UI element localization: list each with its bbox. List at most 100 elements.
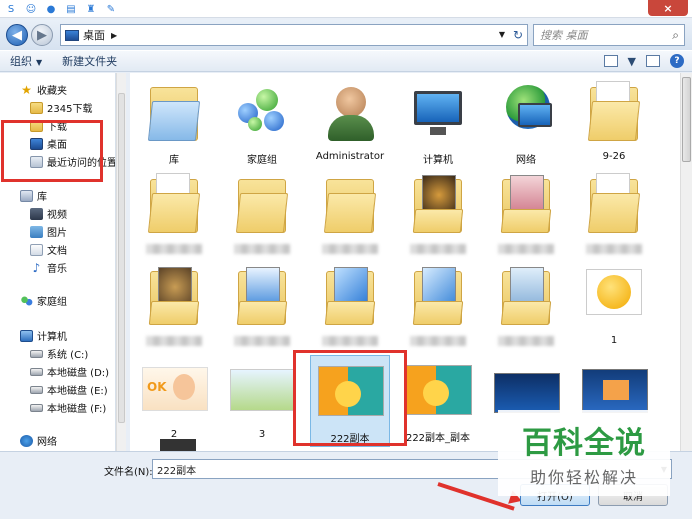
file-item-folder-blurred[interactable] xyxy=(134,169,214,261)
organize-button[interactable]: 组织 ▼ xyxy=(0,53,52,69)
blurred-label xyxy=(410,336,466,346)
forward-button[interactable]: ▶ xyxy=(31,24,53,46)
back-button[interactable]: ◀ xyxy=(6,24,28,46)
folder-icon xyxy=(580,169,648,241)
keyboard-icon[interactable]: ▤ xyxy=(64,2,78,16)
file-item-9-26[interactable]: 9-26 xyxy=(574,77,654,169)
organize-label: 组织 xyxy=(10,55,32,68)
drive-icon xyxy=(30,385,43,394)
file-item-homegroup[interactable]: 家庭组 xyxy=(222,77,302,169)
file-label: 库 xyxy=(169,155,179,166)
nav-network[interactable]: 网络 xyxy=(20,432,57,449)
file-item-folder-blurred[interactable] xyxy=(486,169,566,261)
nav-homegroup[interactable]: 家庭组 xyxy=(20,292,67,309)
music-icon: ♪ xyxy=(32,260,41,275)
file-item-partial[interactable] xyxy=(134,435,214,451)
view-mode-icon[interactable] xyxy=(603,55,618,67)
s-icon[interactable]: S xyxy=(4,2,18,16)
file-scrollbar[interactable] xyxy=(680,73,692,451)
blurred-label xyxy=(322,336,378,346)
file-item-network[interactable]: 网络 xyxy=(486,77,566,169)
quick-toolbar: S ☺ ● ▤ ♜ ✎ xyxy=(4,1,118,17)
file-item-folder-blurred[interactable] xyxy=(222,169,302,261)
nav-item-drive-e[interactable]: 本地磁盘 (E:) xyxy=(30,381,108,398)
filename-label: 文件名(N): xyxy=(104,467,153,478)
file-item-3[interactable]: 3 xyxy=(222,355,302,447)
photo-folder-icon xyxy=(492,261,560,333)
back-arrow-icon: ◀ xyxy=(12,27,22,43)
file-item-libraries[interactable]: 库 xyxy=(134,77,214,169)
file-label: 222副本_副本 xyxy=(405,433,471,444)
nav-item-drive-d[interactable]: 本地磁盘 (D:) xyxy=(30,363,109,380)
smiley-icon[interactable]: ☺ xyxy=(24,2,38,16)
help-icon[interactable]: ? xyxy=(670,54,684,68)
image-thumbnail: OK xyxy=(140,355,208,427)
file-item-2[interactable]: OK 2 xyxy=(134,355,214,447)
nav-label: 系统 (C:) xyxy=(47,350,89,361)
search-icon[interactable]: ⌕ xyxy=(672,28,679,43)
file-item-folder-blurred[interactable] xyxy=(398,261,478,353)
nav-item-drive-c[interactable]: 系统 (C:) xyxy=(30,345,88,362)
nav-computer[interactable]: 计算机 xyxy=(20,327,67,344)
nav-item-documents[interactable]: 文档 xyxy=(30,241,67,258)
file-scroll-thumb[interactable] xyxy=(682,77,691,162)
file-item-emoji-1[interactable]: 1 xyxy=(574,261,654,353)
file-item-222-copy-copy[interactable]: 222副本_副本 xyxy=(398,355,478,447)
wrench-icon[interactable]: ✎ xyxy=(104,2,118,16)
nav-label: 图片 xyxy=(47,228,67,239)
file-item-folder-blurred[interactable] xyxy=(134,261,214,353)
blurred-label xyxy=(498,244,554,254)
file-label: 3 xyxy=(258,429,266,440)
computer-icon xyxy=(20,329,33,342)
nav-favorites[interactable]: ★ 收藏夹 xyxy=(20,81,67,98)
file-label: 家庭组 xyxy=(247,155,277,166)
file-item-computer[interactable]: 计算机 xyxy=(398,77,478,169)
file-item-folder-blurred[interactable] xyxy=(486,261,566,353)
nav-label: 文档 xyxy=(47,246,67,257)
network-icon xyxy=(20,434,33,447)
watermark-subtitle: 助你轻松解决 xyxy=(529,468,638,487)
view-dropdown-icon[interactable]: ▼ xyxy=(628,55,636,68)
nav-item-drive-f[interactable]: 本地磁盘 (F:) xyxy=(30,399,106,416)
address-bar[interactable]: 桌面 ▶ ▼ ↻ xyxy=(60,24,528,46)
photo-folder-icon xyxy=(404,169,472,241)
image-thumbnail xyxy=(228,355,296,427)
file-item-folder-blurred[interactable] xyxy=(398,169,478,261)
file-item-folder-blurred[interactable] xyxy=(310,169,390,261)
filename-value: 222副本 xyxy=(157,465,197,477)
mic-icon[interactable]: ● xyxy=(44,2,58,16)
nav-item-pictures[interactable]: 图片 xyxy=(30,223,67,240)
highlight-box-file xyxy=(293,350,407,446)
file-item-folder-blurred[interactable] xyxy=(310,261,390,353)
photo-folder-icon xyxy=(492,169,560,241)
blurred-label xyxy=(234,336,290,346)
view-controls: ▼ ? xyxy=(603,54,684,68)
photo-folder-icon xyxy=(228,261,296,333)
system-drive-icon xyxy=(30,349,43,358)
file-item-folder-blurred[interactable] xyxy=(222,261,302,353)
nav-item-2345-download[interactable]: 2345下载 xyxy=(30,99,92,116)
nav-libraries[interactable]: 库 xyxy=(20,187,47,204)
nav-label: 家庭组 xyxy=(37,297,67,308)
nav-scrollbar[interactable] xyxy=(116,73,126,451)
search-box[interactable]: 搜索 桌面 ⌕ xyxy=(533,24,685,46)
chevron-right-icon[interactable]: ▶ xyxy=(111,31,117,40)
nav-label: 本地磁盘 (F:) xyxy=(47,404,107,415)
file-item-folder-blurred[interactable] xyxy=(574,169,654,261)
blurred-label xyxy=(322,244,378,254)
nav-scroll-thumb[interactable] xyxy=(118,93,125,423)
nav-item-videos[interactable]: 视频 xyxy=(30,205,67,222)
chevron-down-icon: ▼ xyxy=(36,58,43,67)
preview-pane-icon[interactable] xyxy=(646,55,660,67)
close-button[interactable]: × xyxy=(648,0,688,16)
library-icon xyxy=(20,189,33,202)
blurred-label xyxy=(498,336,554,346)
refresh-icon[interactable]: ↻ xyxy=(513,28,523,42)
new-folder-button[interactable]: 新建文件夹 xyxy=(52,53,127,69)
file-open-dialog: S ☺ ● ▤ ♜ ✎ × ◀ ▶ 桌面 ▶ ▼ ↻ 搜索 桌面 ⌕ 组织 ▼ 新… xyxy=(0,0,692,519)
chevron-down-icon[interactable]: ▼ xyxy=(499,30,505,39)
file-item-administrator[interactable]: Administrator xyxy=(310,77,390,169)
shirt-icon[interactable]: ♜ xyxy=(84,2,98,16)
library-folder-icon xyxy=(140,77,208,149)
nav-item-music[interactable]: ♪ 音乐 xyxy=(30,259,67,276)
